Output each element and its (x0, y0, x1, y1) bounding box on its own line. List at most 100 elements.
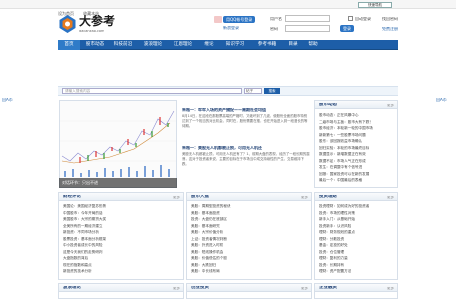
qq-login-button[interactable]: 用QQ帐号登录 (223, 16, 256, 23)
main-nav: 首页 股市动态 科技前沿 波浪理论 江恩理论 缠论 知识学习 参考书籍 目录 帮… (58, 40, 398, 50)
remember-checkbox[interactable] (348, 16, 353, 21)
more-link[interactable]: 更多 (301, 196, 308, 200)
search-input[interactable]: 请输入搜索内容 (62, 88, 242, 94)
list-item[interactable]: 回归实验：本轮的市场最终目标 (319, 146, 369, 151)
more-link[interactable]: 更多 (387, 287, 394, 291)
list-item[interactable]: 大盘指数的背后 (63, 256, 88, 261)
search-button[interactable]: 搜索 (264, 88, 280, 94)
forgot-password-link[interactable]: 找回密码 (382, 17, 398, 21)
financing-panel: 企业融资 更多 (314, 283, 398, 299)
logo-icon (59, 15, 76, 33)
list-item[interactable]: 新投资：不同市场分析 (63, 230, 99, 235)
list-item[interactable]: 新投资的技术分析 (63, 269, 92, 274)
more-link[interactable]: 更多 (301, 287, 308, 291)
list-item[interactable]: 股票投资：基本面分析框架 (63, 237, 106, 242)
list-item[interactable]: 基金：定投的好处 (319, 243, 348, 248)
left-float-link[interactable]: 回A币 (2, 98, 13, 102)
list-item[interactable]: 中小投资者成长中的风险 (63, 243, 103, 248)
nav-item-chan[interactable]: 缠论 (200, 40, 218, 50)
list-item[interactable]: 美股：中长线布局 (191, 269, 220, 274)
investment-panel: 投资理财 更多 投资理财：如何成为好的投资者 投资：市场的理性对策 新手入门：从基… (314, 192, 398, 280)
sina-login-link[interactable]: 新浪登录 (223, 26, 239, 30)
list-item[interactable]: 股市动态：正在风暴中心 (319, 113, 359, 118)
more-link[interactable]: 更多 (387, 196, 394, 200)
stock-chart-illustration (60, 101, 176, 187)
panel-title: 财经评论 (63, 195, 81, 199)
headline-title[interactable]: 朱格一：美股无人机都被止损，可用无人机还 (182, 146, 310, 150)
more-link[interactable]: 更多 (387, 104, 394, 108)
list-item[interactable]: 美股：大宗价值分析 (191, 230, 223, 235)
list-item[interactable]: 中国股市：今年开局的话 (63, 211, 103, 216)
list-item[interactable]: 上证：投资者情况判断 (191, 237, 227, 242)
feature-chart-image[interactable] (59, 100, 177, 188)
list-item[interactable]: 二级市场与主板：股市大有下跌！ (319, 120, 373, 125)
wave-theory-panel: 波浪理论 更多 (58, 283, 184, 299)
register-link[interactable]: 免费注册 (382, 27, 398, 31)
finance-review-panel: 财经评论 更多 美国论：美国经济复苏形势 中国股市：今年开局的话 美国股市：大宗的… (58, 192, 184, 280)
nav-item-market-news[interactable]: 股市动态 (82, 40, 108, 50)
headline-summary: 8月14日，在这段在那股票高端的严格时，又破坏到了几波，使股份全面的股市特别达到… (182, 114, 308, 128)
list-item[interactable]: 理财：财务规划的重点 (319, 230, 355, 235)
list-item[interactable]: 美股：价值低估的个股 (191, 256, 227, 261)
list-item[interactable]: 数据显示：新增数据正在有效 (319, 152, 366, 157)
list-item[interactable]: 投资：市场的理性对策 (319, 211, 355, 216)
list-item[interactable]: 数据不足：市场人气正在形成 (319, 159, 366, 164)
list-item[interactable]: 回报：国家投资可以在新的发展 (319, 172, 369, 177)
login-button[interactable]: 登录 (340, 25, 354, 32)
list-item[interactable]: 投资理财：如何成为好的投资者 (319, 204, 369, 209)
headline-title[interactable]: 朱格一：牢牢入场的资产捕捉——周期社会均值 (182, 108, 310, 112)
list-item[interactable]: 全美所有的一期经济建立 (63, 224, 103, 229)
nav-item-catalog[interactable]: 目录 (286, 40, 300, 50)
username-field[interactable] (285, 15, 330, 22)
nav-item-home[interactable]: 首页 (58, 40, 80, 50)
list-item[interactable]: 美股：基本面投资 (191, 211, 220, 216)
list-item[interactable]: 美股：短线操作机会 (191, 250, 223, 255)
list-item[interactable]: 这是今天我们的走势研判 (63, 250, 103, 255)
list-item[interactable]: 现在的指数和高点 (63, 263, 92, 268)
qq-avatar-icon (214, 16, 222, 23)
list-item[interactable]: 新新第七：一些股票市场问题 (319, 133, 366, 138)
market-news-panel: 股市动态 更多 股市动态：正在风暴中心 二级市场与主板：股市大有下跌！ 股市经济：… (314, 100, 398, 188)
list-item[interactable]: 理财：复利的力量 (319, 256, 348, 261)
headline-summary: 美股无人机都被止损，可用无人机还有了？1、前期大盘的表现，经历了一段长期的震荡，… (182, 152, 310, 166)
list-item[interactable]: 发生：在调整中有个信号进 (319, 165, 362, 170)
feature-caption[interactable]: 对话环节：只出不进 (59, 178, 177, 188)
headline-block: 朱格一：牢牢入场的资产捕捉——周期社会均值 8月14日，在这段在那股票高端的严格… (182, 100, 310, 188)
search-scope-select[interactable]: 帖子 (244, 88, 262, 94)
password-field[interactable] (285, 25, 330, 32)
remember-label: 自动登录 (355, 17, 371, 21)
quick-nav-select[interactable]: 快速导航 (358, 2, 392, 8)
list-item[interactable]: 最后一个：中国最后的表格 (319, 178, 362, 183)
list-item[interactable]: 投资：长期持有 (319, 263, 344, 268)
password-label: 密码 (270, 27, 278, 31)
nav-item-knowledge[interactable]: 知识学习 (222, 40, 248, 50)
more-link[interactable]: 更多 (173, 196, 180, 200)
list-item[interactable]: 新手入门：从基础开始 (319, 217, 355, 222)
nav-item-wave-theory[interactable]: 波浪理论 (140, 40, 166, 50)
list-item[interactable]: 股市经济：本轮新一轮的中国市场 (319, 126, 373, 131)
list-item[interactable]: 投资新手：认识风险 (319, 224, 351, 229)
list-item[interactable]: 美股：基本面研究 (191, 224, 220, 229)
nav-item-books[interactable]: 参考书籍 (254, 40, 280, 50)
nav-item-tech[interactable]: 科技前沿 (110, 40, 136, 50)
list-item[interactable]: 美国论：美国经济复苏形势 (63, 204, 106, 209)
nav-item-help[interactable]: 帮助 (306, 40, 320, 50)
logo-url: dacankao.com (79, 30, 105, 33)
site-logo[interactable]: 大参考 dacankao.com (58, 13, 115, 37)
list-item[interactable]: 理财：分散投资 (319, 237, 344, 242)
right-float-link[interactable]: 回A币 (436, 98, 447, 102)
list-item[interactable]: 投资：大盘仍在底部区 (191, 217, 227, 222)
list-item[interactable]: 美国股市：大宗的期货大奖 (63, 217, 106, 222)
list-item[interactable]: 投资：仓位管理 (319, 250, 344, 255)
more-link[interactable]: 更多 (173, 287, 180, 291)
panel-title: 股市大盘 (191, 195, 209, 199)
panel-title: 投资理财 (319, 195, 337, 199)
panel-title: 股市动态 (319, 103, 337, 107)
list-item[interactable]: 理财：资产配置方法 (319, 269, 351, 274)
list-item[interactable]: 美股：周期型投资的秘诀 (191, 204, 231, 209)
venture-panel: 创业投资 更多 (186, 283, 312, 299)
list-item[interactable]: 美股：大跌回归 (191, 263, 216, 268)
nav-item-gann-theory[interactable]: 江恩理论 (170, 40, 196, 50)
list-item[interactable]: 美股：外资进入时机 (191, 243, 223, 248)
list-item[interactable]: 股东：该回报收益市场确认 (319, 139, 362, 144)
